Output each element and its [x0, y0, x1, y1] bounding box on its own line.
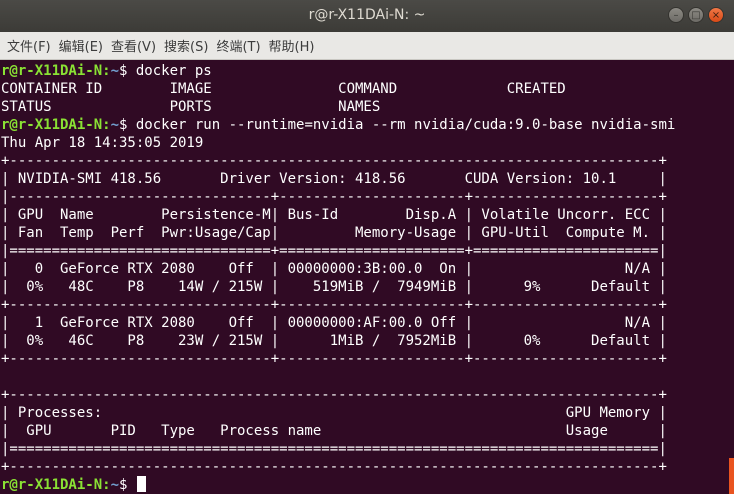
output-line: | Fan Temp Perf Pwr:Usage/Cap| Memory-Us… — [1, 225, 667, 241]
output-line: |=======================================… — [1, 441, 667, 457]
output-line: |-------------------------------+-------… — [1, 189, 667, 205]
terminal-window: r@r-X11DAi-N: ~ – □ × 文件(F) 编辑(E) 查看(V) … — [0, 0, 734, 494]
output-line: | GPU PID Type Process name Usage | — [1, 423, 667, 439]
text-cursor — [136, 476, 146, 492]
close-button[interactable]: × — [708, 7, 724, 23]
output-line: +---------------------------------------… — [1, 387, 667, 403]
prompt-symbol: $ — [119, 117, 136, 133]
prompt-line: r@r-X11DAi-N:~$ docker run --runtime=nvi… — [1, 116, 723, 134]
window-title: r@r-X11DAi-N: ~ — [308, 7, 426, 23]
output-line: +---------------------------------------… — [1, 153, 667, 169]
prompt-line: r@r-X11DAi-N:~$ — [1, 476, 723, 494]
output-line: +-------------------------------+-------… — [1, 297, 667, 313]
prompt-path: ~ — [110, 477, 120, 493]
output-line: +-------------------------------+-------… — [1, 351, 667, 367]
output-line: Thu Apr 18 14:35:05 2019 — [1, 135, 204, 151]
prompt-symbol: $ — [119, 477, 136, 493]
scrollbar[interactable] — [729, 458, 734, 494]
output-line: | 0% 46C P8 23W / 215W | 1MiB / 7952MiB … — [1, 333, 667, 349]
window-controls: – □ × — [668, 7, 724, 23]
menu-search[interactable]: 搜索(S) — [161, 36, 211, 55]
prompt-line: r@r-X11DAi-N:~$ docker ps — [1, 62, 723, 80]
prompt-symbol: $ — [119, 63, 136, 79]
output-line: |===============================+=======… — [1, 243, 667, 259]
output-line: STATUS PORTS NAMES — [1, 99, 381, 115]
menu-view[interactable]: 查看(V) — [108, 36, 159, 55]
menu-bar: 文件(F) 编辑(E) 查看(V) 搜索(S) 终端(T) 帮助(H) — [0, 32, 734, 60]
output-line: CONTAINER ID IMAGE COMMAND CREATED — [1, 81, 566, 97]
prompt-user: r@r-X11DAi-N: — [1, 477, 111, 493]
title-bar[interactable]: r@r-X11DAi-N: ~ – □ × — [0, 0, 734, 32]
menu-edit[interactable]: 编辑(E) — [56, 36, 106, 55]
output-line: +---------------------------------------… — [1, 459, 667, 475]
menu-file[interactable]: 文件(F) — [4, 36, 54, 55]
menu-terminal[interactable]: 终端(T) — [213, 36, 263, 55]
maximize-button[interactable]: □ — [688, 7, 704, 23]
output-line: | 0 GeForce RTX 2080 Off | 00000000:3B:0… — [1, 261, 667, 277]
prompt-path: ~ — [110, 63, 120, 79]
output-line: | NVIDIA-SMI 418.56 Driver Version: 418.… — [1, 171, 667, 187]
terminal-output[interactable]: r@r-X11DAi-N:~$ docker ps CONTAINER ID IM… — [1, 62, 723, 494]
output-line: | Processes: GPU Memory | — [1, 405, 667, 421]
prompt-path: ~ — [110, 117, 120, 133]
output-line: | 0% 48C P8 14W / 215W | 519MiB / 7949Mi… — [1, 279, 667, 295]
command-text: docker ps — [135, 63, 212, 79]
prompt-user: r@r-X11DAi-N: — [1, 117, 111, 133]
command-text: docker run --runtime=nvidia --rm nvidia/… — [135, 117, 676, 133]
prompt-user: r@r-X11DAi-N: — [1, 63, 111, 79]
output-line: | GPU Name Persistence-M| Bus-Id Disp.A … — [1, 207, 667, 223]
output-line: | 1 GeForce RTX 2080 Off | 00000000:AF:0… — [1, 315, 667, 331]
minimize-button[interactable]: – — [668, 7, 684, 23]
menu-help[interactable]: 帮助(H) — [266, 36, 318, 55]
